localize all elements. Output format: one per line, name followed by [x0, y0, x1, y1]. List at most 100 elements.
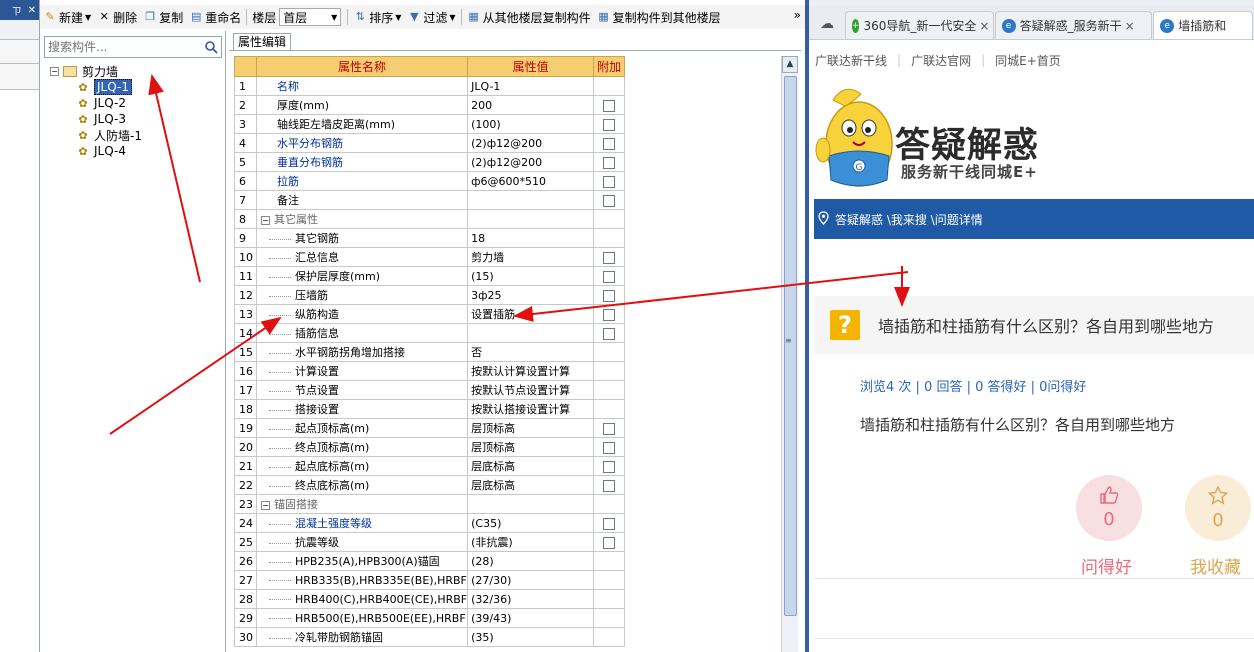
property-value[interactable]: 按默认计算设置计算 — [467, 361, 595, 381]
browser-tab[interactable]: e 答疑解惑_服务新干 × — [994, 11, 1153, 39]
property-row[interactable]: 23− 锚固搭接 — [234, 494, 626, 514]
property-row[interactable]: 30 冷轧带肋钢筋锚固 (35) — [234, 627, 626, 647]
extra-checkbox[interactable] — [603, 289, 616, 302]
search-input[interactable] — [45, 39, 201, 55]
extra-checkbox[interactable] — [603, 99, 616, 112]
column-header-extra[interactable]: 附加 — [593, 56, 626, 77]
property-row[interactable]: 22 终点底标高(m) 层底标高 — [234, 475, 626, 495]
property-value[interactable]: JLQ-1 — [467, 76, 595, 96]
property-value[interactable]: (15) — [467, 266, 595, 286]
collapse-icon[interactable]: − — [261, 215, 270, 225]
collapse-icon[interactable]: − — [261, 500, 270, 510]
scroll-up-icon[interactable]: ▲ — [782, 56, 798, 73]
property-row[interactable]: 18 搭接设置 按默认搭接设置计算 — [234, 399, 626, 419]
property-value[interactable]: (27/30) — [467, 570, 595, 590]
property-row[interactable]: 1 名称 JLQ-1 — [234, 76, 626, 96]
extra-checkbox[interactable] — [603, 422, 616, 435]
collapse-icon[interactable]: − — [50, 66, 59, 76]
property-value[interactable]: 剪力墙 — [467, 247, 595, 267]
copy-from-floor-button[interactable]: ▦ 从其他楼层复制构件 — [464, 6, 594, 28]
property-value[interactable]: (100) — [467, 114, 595, 134]
property-value[interactable] — [467, 209, 595, 229]
extra-checkbox[interactable] — [603, 156, 616, 169]
tree-item[interactable]: ✿ JLQ-1 — [50, 79, 142, 95]
property-row[interactable]: 5 垂直分布钢筋 (2)ф12@200 — [234, 152, 626, 172]
property-value[interactable]: 按默认搭接设置计算 — [467, 399, 595, 419]
column-header-value[interactable]: 属性值 — [467, 56, 595, 77]
new-button[interactable]: ✎ 新建 ▼ — [40, 6, 94, 28]
property-value[interactable]: 层顶标高 — [467, 418, 595, 438]
tree-item[interactable]: ✿ JLQ-4 — [50, 143, 142, 159]
rename-button[interactable]: ▤ 重命名 — [186, 6, 244, 28]
property-row[interactable]: 28 HRB400(C),HRB400E(CE),HRBF (32/36) — [234, 589, 626, 609]
property-row[interactable]: 24 混凝土强度等级 (C35) — [234, 513, 626, 533]
tree-item[interactable]: ✿ 人防墙-1 — [50, 127, 142, 143]
favorite-label[interactable]: 我收藏 — [1190, 553, 1241, 578]
property-value[interactable]: 否 — [467, 342, 595, 362]
property-value[interactable]: 3ф25 — [467, 285, 595, 305]
scrollbar-thumb[interactable] — [784, 76, 797, 616]
property-row[interactable]: 13 纵筋构造 设置插筋 — [234, 304, 626, 324]
property-value[interactable]: 层底标高 — [467, 475, 595, 495]
breadcrumb[interactable]: 答疑解惑 \我来搜 \问题详情 — [835, 211, 983, 228]
site-link[interactable]: 同城E+首页 — [995, 52, 1061, 69]
property-value[interactable]: 18 — [467, 228, 595, 248]
property-value[interactable]: ф6@600*510 — [467, 171, 595, 191]
extra-checkbox[interactable] — [603, 270, 616, 283]
property-row[interactable]: 19 起点顶标高(m) 层顶标高 — [234, 418, 626, 438]
toolbar-overflow-button[interactable]: » — [794, 8, 801, 22]
property-row[interactable]: 15 水平钢筋拐角增加搭接 否 — [234, 342, 626, 362]
vertical-scrollbar[interactable]: ▲ ≡ — [781, 56, 798, 652]
property-value[interactable]: (2)ф12@200 — [467, 133, 595, 153]
pin-icon[interactable]: ㄗ — [12, 3, 22, 18]
sort-button[interactable]: ⇅ 排序 ▼ — [350, 6, 404, 28]
tree-item[interactable]: ✿ JLQ-2 — [50, 95, 142, 111]
property-value[interactable]: (35) — [467, 627, 595, 647]
question-stats[interactable]: 浏览4 次 | 0 回答 | 0 答得好 | 0问得好 — [860, 376, 1086, 395]
property-value[interactable]: (28) — [467, 551, 595, 571]
property-row[interactable]: 25 抗震等级 (非抗震) — [234, 532, 626, 552]
property-row[interactable]: 6 拉筋 ф6@600*510 — [234, 171, 626, 191]
extra-checkbox[interactable] — [603, 441, 616, 454]
property-value[interactable]: (2)ф12@200 — [467, 152, 595, 172]
property-row[interactable]: 7 备注 — [234, 190, 626, 210]
property-value[interactable]: 层底标高 — [467, 456, 595, 476]
favorite-button[interactable]: 0 — [1185, 475, 1251, 541]
property-row[interactable]: 11 保护层厚度(mm) (15) — [234, 266, 626, 286]
copy-button[interactable]: ❐ 复制 — [140, 6, 186, 28]
extra-checkbox[interactable] — [603, 137, 616, 150]
property-row[interactable]: 20 终点顶标高(m) 层顶标高 — [234, 437, 626, 457]
extra-checkbox[interactable] — [603, 327, 616, 340]
copy-to-floor-button[interactable]: ▦ 复制构件到其他楼层 — [594, 6, 724, 28]
property-value[interactable]: 200 — [467, 95, 595, 115]
property-row[interactable]: 17 节点设置 按默认节点设置计算 — [234, 380, 626, 400]
property-value[interactable]: (32/36) — [467, 589, 595, 609]
property-row[interactable]: 2 厚度(mm) 200 — [234, 95, 626, 115]
property-row[interactable]: 27 HRB335(B),HRB335E(BE),HRBF (27/30) — [234, 570, 626, 590]
extra-checkbox[interactable] — [603, 479, 616, 492]
property-row[interactable]: 14 插筋信息 — [234, 323, 626, 343]
extra-checkbox[interactable] — [603, 194, 616, 207]
extra-checkbox[interactable] — [603, 536, 616, 549]
floor-select[interactable]: 首层 ▼ — [279, 8, 342, 26]
browser-tab-active[interactable]: e 墙插筋和 — [1153, 11, 1253, 39]
delete-button[interactable]: ✕ 删除 — [94, 6, 140, 28]
property-row[interactable]: 3 轴线距左墙皮距离(mm) (100) — [234, 114, 626, 134]
property-row[interactable]: 29 HRB500(E),HRB500E(EE),HRBF (39/43) — [234, 608, 626, 628]
tree-root[interactable]: − 剪力墙 — [50, 63, 142, 79]
property-row[interactable]: 16 计算设置 按默认计算设置计算 — [234, 361, 626, 381]
property-row[interactable]: 8− 其它属性 — [234, 209, 626, 229]
property-row[interactable]: 12 压墙筋 3ф25 — [234, 285, 626, 305]
property-value[interactable]: (非抗震) — [467, 532, 595, 552]
property-value[interactable]: 层顶标高 — [467, 437, 595, 457]
site-link[interactable]: 广联达新干线 — [815, 52, 887, 69]
extra-checkbox[interactable] — [603, 175, 616, 188]
property-row[interactable]: 26 HPB235(A),HPB300(A)锚固 (28) — [234, 551, 626, 571]
property-value[interactable]: (39/43) — [467, 608, 595, 628]
property-value[interactable] — [467, 190, 595, 210]
property-value[interactable] — [467, 494, 595, 514]
extra-checkbox[interactable] — [603, 460, 616, 473]
property-row[interactable]: 21 起点底标高(m) 层底标高 — [234, 456, 626, 476]
filter-button[interactable]: ▼ 过滤 ▼ — [404, 6, 458, 28]
property-value[interactable]: (C35) — [467, 513, 595, 533]
